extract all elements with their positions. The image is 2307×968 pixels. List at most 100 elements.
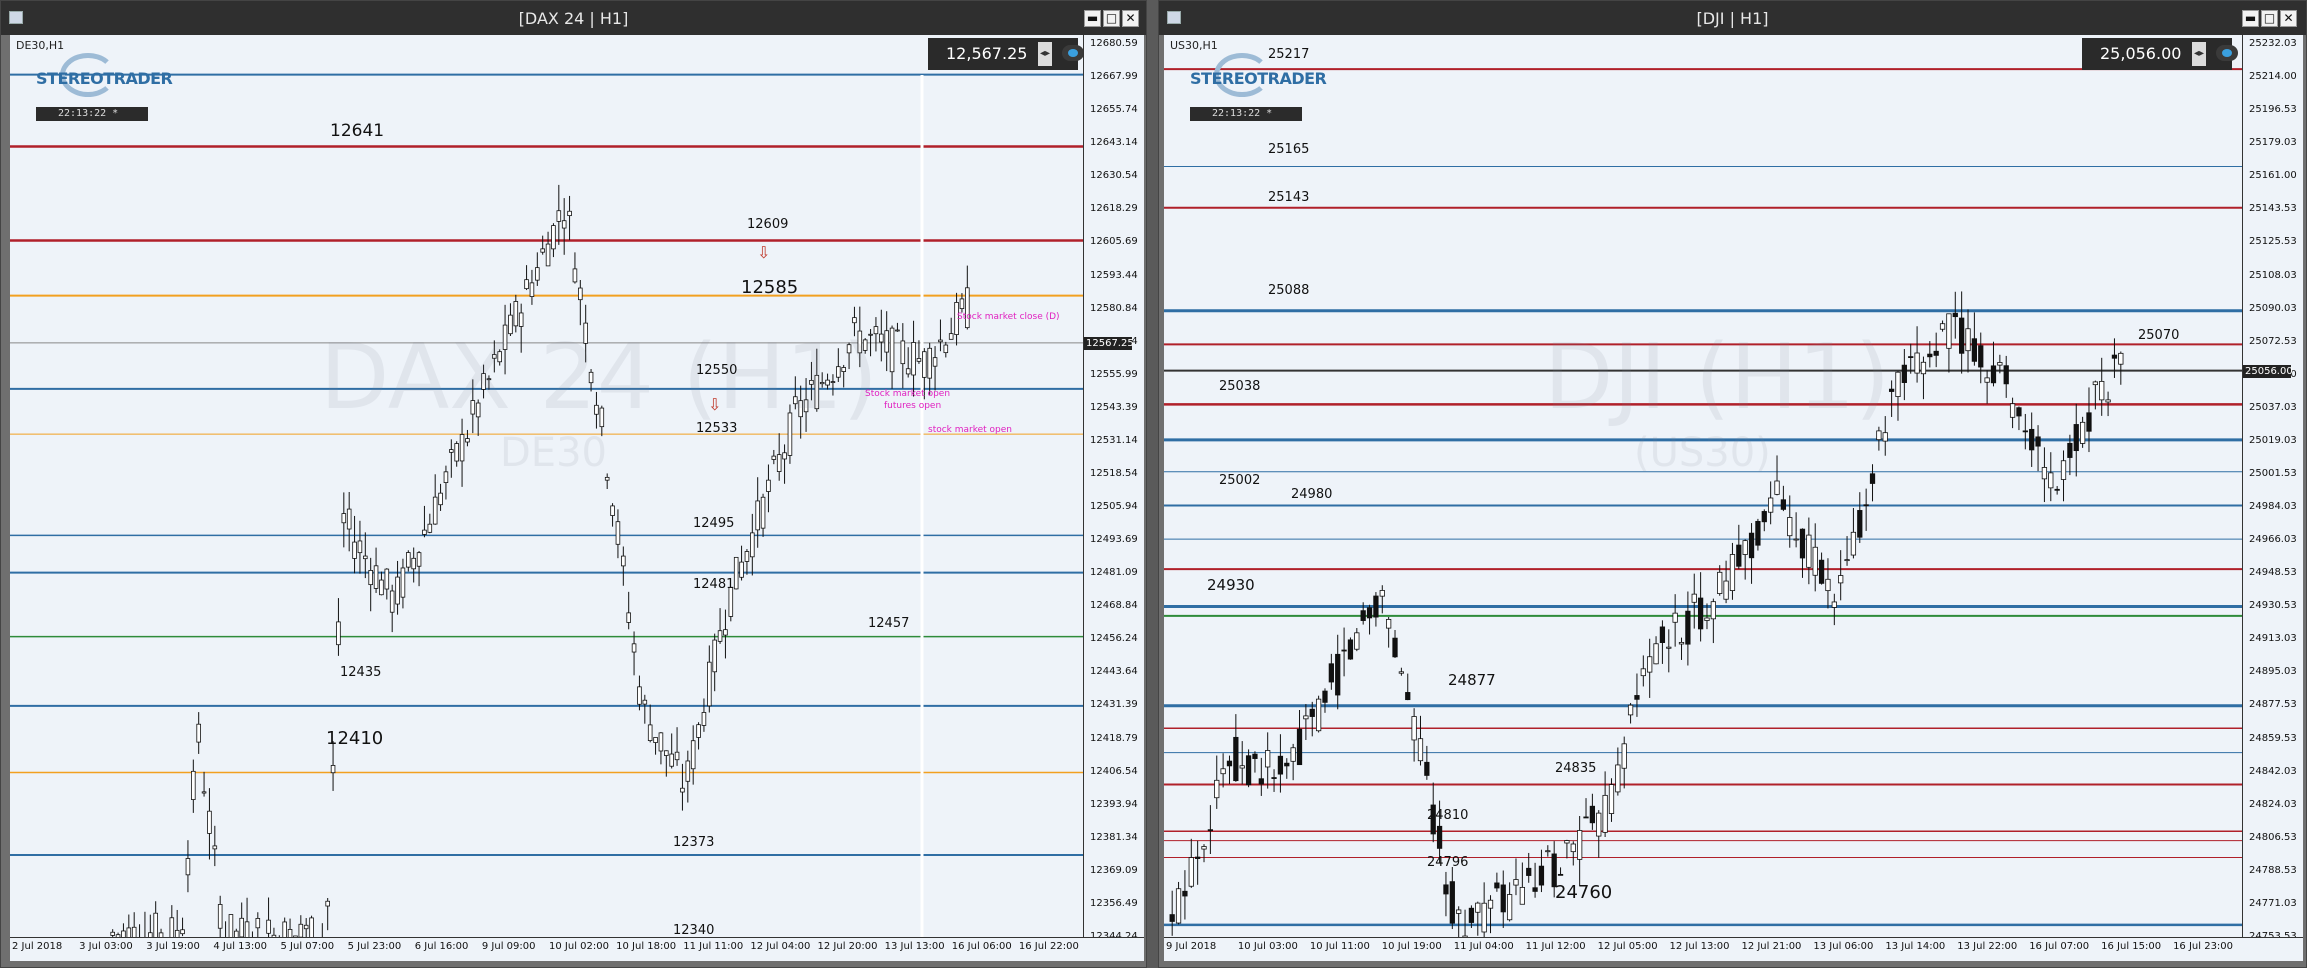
dji-price-display: 25,056.00: [2082, 38, 2232, 70]
candle-body: [298, 923, 304, 938]
time-tick-label: 16 Jul 23:00: [2173, 941, 2234, 952]
candle-body: [1933, 350, 1939, 356]
candle-body: [1634, 695, 1640, 700]
level-label-24835: 24835: [1555, 761, 1597, 776]
candle-body: [927, 347, 932, 379]
time-tick-label: 10 Jul 02:00: [549, 941, 609, 952]
price-tick-label: 12418.79: [1090, 732, 1138, 744]
candle-body: [1748, 532, 1755, 559]
candle-body: [895, 329, 900, 332]
dji-price-spinner[interactable]: ◂▸: [2192, 42, 2206, 66]
candle-body: [1277, 755, 1284, 775]
candle-body: [1265, 750, 1271, 768]
dji-watermark-sub: (US30): [1634, 430, 1771, 476]
dji-chart-canvas: [1164, 68, 2242, 960]
candle-body: [744, 551, 750, 562]
dji-price-axis[interactable]: 25232.03 25214.00 25196.53 25179.03 25161.00…: [2242, 35, 2302, 942]
candle-body: [411, 557, 416, 570]
candle-body: [1360, 610, 1366, 621]
time-tick-label: 5 Jul 23:00: [347, 941, 402, 952]
price-tick-label: 12605.69: [1090, 236, 1138, 248]
time-tick-label: 16 Jul 22:00: [1018, 941, 1079, 952]
time-tick-label: 13 Jul 14:00: [1885, 941, 1946, 952]
candle-body: [1233, 736, 1239, 782]
candle-body: [395, 576, 400, 605]
candle-body: [438, 492, 443, 506]
maximize-button[interactable]: □: [2261, 10, 2278, 27]
candle-body: [615, 521, 621, 545]
dax-eye-icon[interactable]: [1062, 45, 1084, 61]
level-label-25217: 25217: [1268, 47, 1310, 62]
price-tick-label: 12531.14: [1090, 434, 1138, 446]
candle-body: [1659, 626, 1666, 643]
price-tick-label: 24842.03: [2249, 765, 2297, 777]
candle-body: [637, 686, 642, 705]
candle-body: [1271, 777, 1277, 779]
candle-body: [1984, 377, 1990, 383]
candle-body: [1366, 607, 1373, 619]
candle-body: [443, 471, 449, 483]
candle-body: [1245, 755, 1252, 786]
close-button[interactable]: ✕: [2280, 10, 2297, 27]
candle-body: [1971, 338, 1978, 362]
time-tick-label: 11 Jul 11:00: [683, 941, 744, 952]
candle-body: [2041, 467, 2048, 480]
candle-body: [750, 532, 755, 558]
price-tick-label: 24930.53: [2249, 600, 2297, 612]
candle-body: [1239, 765, 1245, 769]
price-tick-label: 12443.64: [1090, 666, 1138, 678]
candle-body: [1869, 473, 1876, 484]
minimize-button[interactable]: ▬: [2242, 10, 2259, 27]
dji-titlebar[interactable]: [DJI | H1] ▬ □ ✕: [1159, 1, 2306, 35]
candle-body: [341, 513, 347, 524]
dax-time-axis[interactable]: 2 Jul 2018 3 Jul 03:00 3 Jul 19:00 4 Jul 13…: [10, 937, 1144, 961]
candle-body: [1564, 840, 1570, 844]
candle-body: [1226, 760, 1233, 767]
candle-body: [1468, 907, 1475, 923]
candle-body: [1487, 899, 1494, 909]
candle-body: [712, 639, 717, 673]
time-tick-label: 3 Jul 03:00: [79, 941, 133, 952]
dax-price-axis[interactable]: 12680.59 12667.99 12655.74 12643.14 12630.54…: [1083, 35, 1143, 942]
candle-body: [696, 724, 701, 738]
candle-body: [879, 333, 884, 343]
time-tick-label: 12 Jul 13:00: [1669, 941, 1730, 952]
level-label-25165: 25165: [1268, 142, 1310, 157]
candle-body: [948, 333, 954, 340]
price-tick-label: 12381.34: [1090, 831, 1138, 843]
candle-body: [180, 929, 185, 935]
candle-body: [346, 508, 352, 530]
time-tick-label: 4 Jul 13:00: [213, 941, 267, 952]
candle-body: [1627, 704, 1634, 716]
dax-chart-area[interactable]: DAX 24 (H1) DE30 DE30,H1 STEREOTRADER 22…: [10, 35, 1144, 961]
candle-body: [422, 529, 427, 535]
candle-body: [427, 523, 433, 533]
maximize-button[interactable]: □: [1103, 10, 1120, 27]
candle-body: [1710, 601, 1716, 620]
candle-body: [1997, 362, 2003, 366]
candle-body: [1876, 430, 1882, 441]
time-tick-label: 12 Jul 04:00: [750, 941, 811, 952]
time-tick-label: 9 Jul 09:00: [481, 941, 536, 952]
candle-body: [239, 917, 244, 938]
level-label-24980: 24980: [1291, 487, 1333, 502]
candle-body: [1436, 825, 1443, 849]
candle-body: [1857, 510, 1863, 538]
candle-body: [900, 340, 906, 365]
time-tick-label: 16 Jul 06:00: [951, 941, 1012, 952]
annotation-stock-market-open: Stock market open: [865, 389, 951, 399]
dax-titlebar[interactable]: [DAX 24 | H1] ▬ □ ✕: [1, 1, 1146, 35]
close-button[interactable]: ✕: [1122, 10, 1139, 27]
dji-eye-icon[interactable]: [2216, 45, 2238, 61]
dji-chart-area[interactable]: DJI (H1) (US30) US30,H1 STEREOTRADER 22:…: [1164, 35, 2303, 961]
dax-price-spinner[interactable]: ◂▸: [1038, 42, 1052, 66]
candle-body: [916, 358, 922, 362]
candle-body: [1774, 480, 1780, 495]
candle-body: [1691, 593, 1697, 603]
price-tick-label: 12555.99: [1090, 368, 1138, 380]
level-label-25143: 25143: [1268, 190, 1310, 205]
candle-body: [325, 900, 330, 907]
minimize-button[interactable]: ▬: [1084, 10, 1101, 27]
candle-body: [739, 561, 744, 578]
dji-time-axis[interactable]: 9 Jul 2018 10 Jul 03:00 10 Jul 11:00 10 Jul…: [1164, 937, 2303, 961]
